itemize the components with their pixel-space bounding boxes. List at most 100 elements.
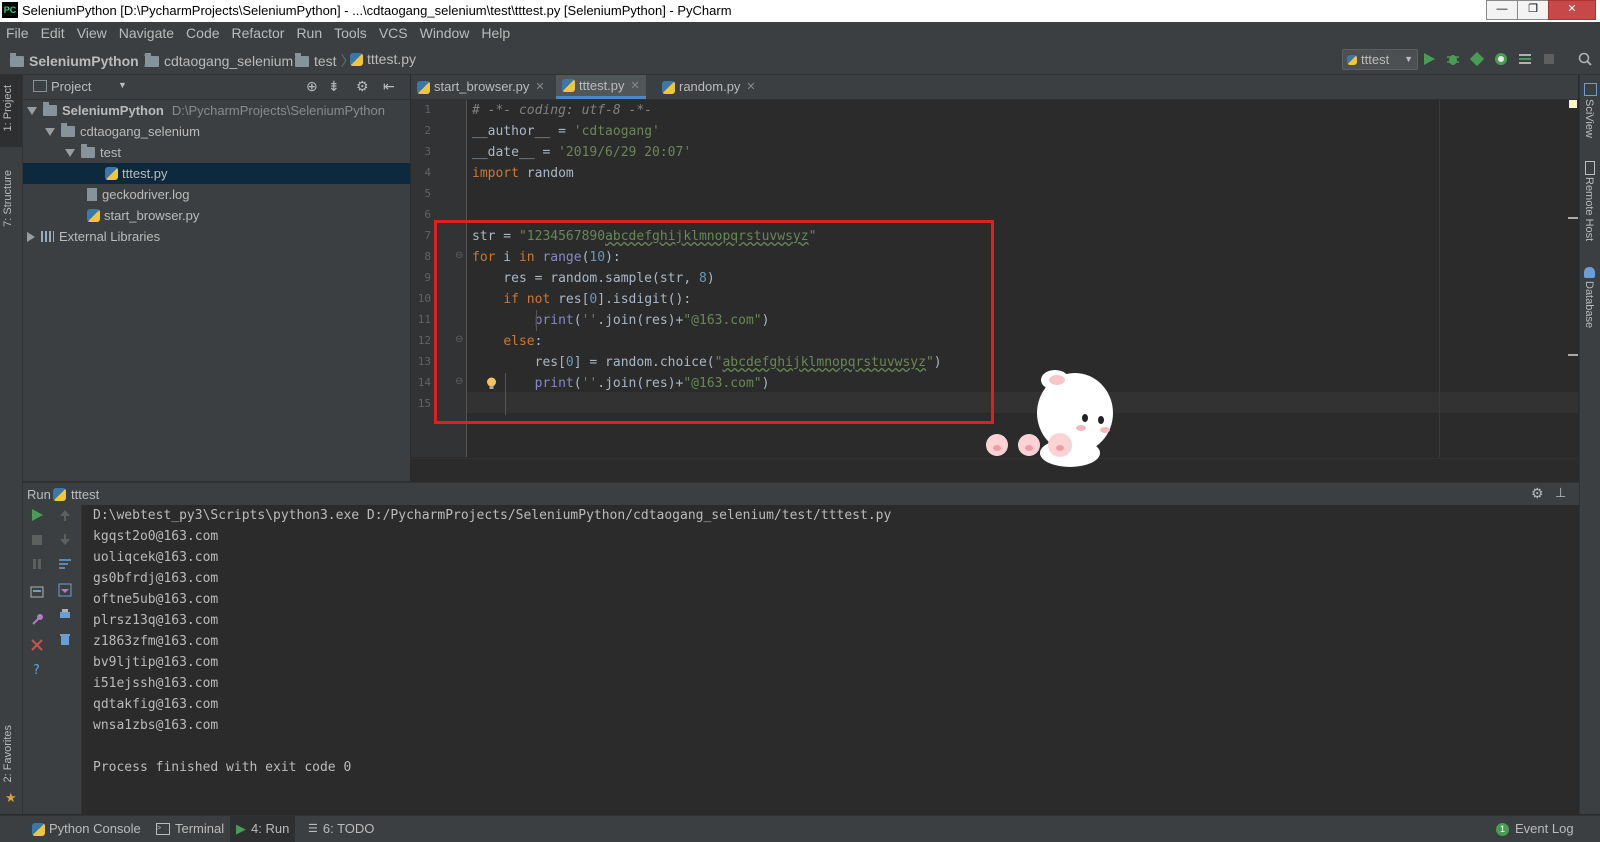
close-tab-icon[interactable]: ✕ bbox=[631, 74, 640, 98]
collapse-all-icon[interactable]: ⇟ bbox=[328, 78, 340, 95]
tree-item-root[interactable]: SeleniumPython D:\PycharmProjects\Seleni… bbox=[27, 100, 385, 121]
line-number: 11 bbox=[417, 313, 431, 326]
tree-item-tttest-selected[interactable]: tttest.py bbox=[23, 163, 410, 184]
breadcrumb-package[interactable]: cdtaogang_selenium 〉 bbox=[145, 51, 315, 71]
menu-refactor[interactable]: Refactor bbox=[226, 25, 291, 41]
close-tab-icon[interactable]: ✕ bbox=[535, 75, 544, 99]
tree-item-label: cdtaogang_selenium bbox=[80, 124, 200, 139]
folder-icon bbox=[43, 102, 57, 116]
profile-icon[interactable] bbox=[1494, 52, 1508, 66]
menu-vcs[interactable]: VCS bbox=[373, 25, 414, 41]
menu-view[interactable]: View bbox=[71, 25, 113, 41]
trash-icon[interactable] bbox=[58, 632, 72, 646]
tree-item-start-browser[interactable]: start_browser.py bbox=[87, 205, 199, 226]
tab-run[interactable]: ▶ 4: Run bbox=[230, 816, 296, 842]
tree-item-label: geckodriver.log bbox=[102, 187, 190, 202]
line-number: 2 bbox=[424, 124, 431, 137]
print-icon[interactable] bbox=[58, 607, 72, 621]
debug-icon[interactable] bbox=[1446, 52, 1460, 66]
tab-event-log[interactable]: 1 Event Log bbox=[1490, 816, 1580, 842]
stop-icon[interactable] bbox=[1542, 52, 1556, 66]
tree-item-package[interactable]: cdtaogang_selenium bbox=[45, 121, 200, 142]
console-line: uoliqcek@163.com bbox=[93, 550, 219, 565]
tab-todo[interactable]: ☰ 6: TODO bbox=[302, 816, 380, 842]
console-line: D:\webtest_py3\Scripts\python3.exe D:/Py… bbox=[93, 508, 892, 523]
tab-start-browser[interactable]: start_browser.py ✕ bbox=[411, 75, 551, 99]
run-icon: ▶ bbox=[236, 821, 246, 836]
tab-tttest[interactable]: tttest.py ✕ bbox=[556, 75, 646, 99]
close-tab-icon[interactable]: ✕ bbox=[746, 75, 755, 99]
line-number: 14 bbox=[417, 376, 431, 389]
menu-edit[interactable]: Edit bbox=[35, 25, 71, 41]
tab-random[interactable]: random.py ✕ bbox=[656, 75, 762, 99]
close-button[interactable]: ✕ bbox=[1548, 0, 1596, 20]
tab-terminal[interactable]: > Terminal bbox=[150, 816, 230, 842]
code-line-1: # -*- coding: utf-8 -*- bbox=[472, 100, 652, 121]
pin-icon[interactable] bbox=[30, 613, 44, 627]
chevron-down-icon[interactable]: ▼ bbox=[118, 80, 127, 90]
gear-icon[interactable]: ⚙ bbox=[356, 78, 369, 95]
tab-remote-host[interactable]: Remote Host bbox=[1583, 177, 1595, 241]
terminal-icon: > bbox=[156, 823, 170, 835]
tab-label: 4: Run bbox=[251, 821, 290, 836]
tab-python-console[interactable]: Python Console bbox=[26, 816, 147, 842]
remote-host-icon bbox=[1585, 161, 1595, 175]
menu-tools[interactable]: Tools bbox=[328, 25, 373, 41]
todo-icon: ☰ bbox=[308, 823, 318, 835]
restore-button[interactable]: ❐ bbox=[1517, 0, 1549, 20]
run-toolbar-primary: ? bbox=[23, 505, 51, 814]
tree-item-test-folder[interactable]: test bbox=[65, 142, 121, 163]
gear-icon[interactable]: ⚙ bbox=[1531, 485, 1544, 502]
tree-item-external-libraries[interactable]: External Libraries bbox=[27, 226, 160, 247]
concurrency-icon[interactable] bbox=[1518, 52, 1532, 66]
search-icon[interactable] bbox=[1578, 52, 1592, 66]
tab-structure[interactable]: 7: Structure bbox=[2, 170, 14, 227]
code-line-3: __date__ = '2019/6/29 20:07' bbox=[472, 142, 691, 163]
stop-icon[interactable] bbox=[30, 533, 44, 547]
soft-wrap-icon[interactable] bbox=[58, 557, 72, 571]
close-icon[interactable] bbox=[30, 638, 44, 652]
pause-icon[interactable] bbox=[30, 557, 44, 571]
run-config-tab[interactable]: tttest bbox=[71, 487, 99, 502]
locate-icon[interactable]: ⊕ bbox=[306, 78, 318, 95]
star-icon: ★ bbox=[5, 791, 17, 806]
navigation-bar: SeleniumPython 〉 cdtaogang_selenium 〉 te… bbox=[0, 44, 1600, 75]
tree-item-label: tttest.py bbox=[122, 166, 168, 181]
breadcrumb-project[interactable]: SeleniumPython 〉 bbox=[10, 51, 161, 71]
run-icon[interactable] bbox=[1422, 52, 1436, 66]
menu-file[interactable]: File bbox=[0, 25, 35, 41]
rerun-icon[interactable] bbox=[30, 508, 44, 522]
code-comment: # -*- coding: utf-8 -*- bbox=[472, 103, 653, 118]
menu-run[interactable]: Run bbox=[290, 25, 328, 41]
editor-tabs: start_browser.py ✕ tttest.py ✕ random.py… bbox=[411, 75, 1578, 100]
arrow-down-icon[interactable] bbox=[58, 533, 72, 547]
project-view-label[interactable]: Project bbox=[51, 79, 91, 94]
menu-navigate[interactable]: Navigate bbox=[113, 25, 180, 41]
tree-item-geckodriver-log[interactable]: geckodriver.log bbox=[87, 184, 189, 205]
menu-window[interactable]: Window bbox=[414, 25, 476, 41]
breadcrumb-file[interactable]: tttest.py bbox=[350, 51, 416, 67]
menu-help[interactable]: Help bbox=[475, 25, 516, 41]
window-controls: — ❐ ✕ bbox=[1486, 0, 1596, 20]
scroll-to-end-icon[interactable] bbox=[58, 583, 72, 597]
run-console-output[interactable]: D:\webtest_py3\Scripts\python3.exe D:/Py… bbox=[82, 505, 1579, 814]
minimize-button[interactable]: — bbox=[1486, 0, 1518, 20]
coverage-icon[interactable] bbox=[1470, 52, 1484, 66]
code-token: __date__ = bbox=[472, 145, 559, 160]
tab-sciview[interactable]: SciView bbox=[1583, 99, 1595, 138]
tab-favorites[interactable]: 2: Favorites bbox=[2, 725, 14, 782]
hide-panel-icon[interactable]: ⊥ bbox=[1555, 485, 1566, 501]
arrow-up-icon[interactable] bbox=[58, 508, 72, 522]
tab-database[interactable]: Database bbox=[1583, 281, 1595, 328]
restore-layout-icon[interactable] bbox=[30, 585, 44, 599]
menu-code[interactable]: Code bbox=[180, 25, 225, 41]
folder-icon bbox=[145, 52, 159, 67]
run-config-select[interactable]: tttest ▼ bbox=[1342, 49, 1418, 70]
console-line: wnsa1zbs@163.com bbox=[93, 718, 219, 733]
hide-panel-icon[interactable]: ⇤ bbox=[383, 78, 395, 95]
tree-item-label: test bbox=[100, 145, 121, 160]
expand-arrow-icon bbox=[45, 127, 55, 136]
inspection-status-icon[interactable] bbox=[1569, 100, 1577, 108]
tab-project[interactable]: 1: Project bbox=[2, 85, 14, 131]
help-icon[interactable]: ? bbox=[30, 662, 44, 676]
